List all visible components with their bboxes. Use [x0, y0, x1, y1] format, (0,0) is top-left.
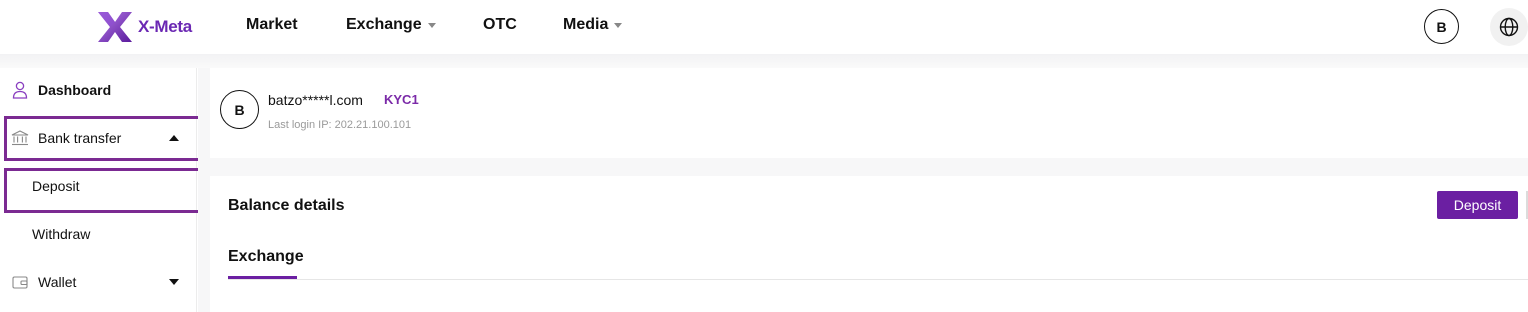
main-content: B batzo*****l.com KYC1 Last login IP: 20…: [198, 68, 1528, 312]
nav-market-label: Market: [246, 16, 298, 33]
kyc-badge: KYC1: [384, 92, 419, 107]
sidebar-item-label: Wallet: [38, 274, 77, 290]
user-avatar-button[interactable]: B: [1424, 9, 1459, 44]
globe-icon: [1499, 17, 1519, 37]
top-navigation: X-Meta Market Exchange OTC Media B: [0, 0, 1528, 54]
sidebar-item-label: Withdraw: [32, 226, 91, 242]
header-divider: [0, 54, 1528, 68]
balance-card: Balance details Deposit Exchange: [210, 176, 1528, 312]
avatar-initial: B: [234, 101, 245, 118]
sidebar-item-label: Dashboard: [38, 82, 112, 98]
brand-name: X-Meta: [138, 17, 192, 36]
deposit-highlight: [4, 168, 207, 213]
deposit-button[interactable]: Deposit: [1437, 191, 1518, 219]
sidebar-item-wallet[interactable]: Wallet: [0, 262, 197, 302]
brand-logo[interactable]: X-Meta: [96, 10, 192, 44]
user-email: batzo*****l.com: [268, 92, 363, 108]
nav-media[interactable]: Media: [563, 16, 623, 34]
chevron-down-icon: [169, 279, 179, 285]
wallet-icon: [11, 273, 29, 291]
nav-exchange-label: Exchange: [346, 16, 422, 33]
tab-divider: [228, 279, 1528, 280]
profile-card: B batzo*****l.com KYC1 Last login IP: 20…: [210, 68, 1528, 158]
chevron-down-icon: [427, 23, 436, 28]
avatar: B: [220, 90, 259, 129]
last-login-ip: Last login IP: 202.21.100.101: [268, 119, 412, 131]
user-icon: [11, 81, 29, 99]
chevron-down-icon: [614, 23, 623, 28]
nav-otc-label: OTC: [483, 16, 517, 33]
nav-otc[interactable]: OTC: [483, 16, 517, 34]
bank-transfer-highlight: [4, 116, 207, 161]
language-button[interactable]: [1490, 8, 1528, 46]
nav-media-label: Media: [563, 16, 609, 33]
nav-exchange[interactable]: Exchange: [346, 16, 436, 34]
balance-title: Balance details: [228, 197, 345, 214]
nav-market[interactable]: Market: [246, 16, 298, 34]
user-initial: B: [1436, 18, 1447, 35]
sidebar-item-dashboard[interactable]: Dashboard: [0, 70, 197, 110]
tab-exchange[interactable]: Exchange: [228, 248, 304, 266]
x-meta-logo-icon: [98, 12, 132, 42]
sidebar-item-withdraw[interactable]: Withdraw: [0, 214, 197, 254]
